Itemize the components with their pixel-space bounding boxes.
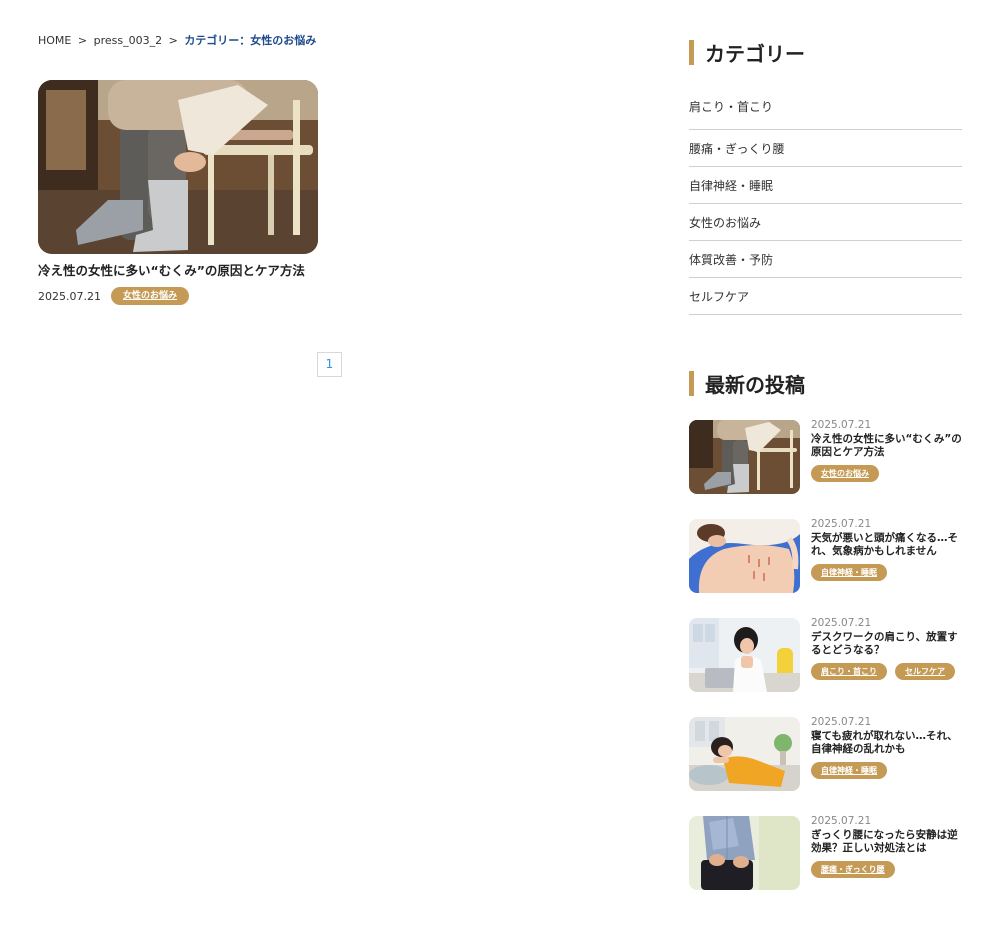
latest-post-tags: 肩こり・首こり セルフケア [811, 663, 962, 680]
latest-post-date: 2025.07.21 [811, 419, 872, 431]
category-item[interactable]: セルフケア [689, 278, 962, 315]
breadcrumb-separator: > [168, 34, 178, 47]
latest-post-thumbnail[interactable] [689, 816, 800, 890]
category-item[interactable]: 肩こり・首こり [689, 98, 962, 130]
latest-post-item: 2025.07.21 ぎっくり腰になったら安静は逆効果？正しい対処法とは 腰痛・… [689, 815, 962, 915]
latest-post-title[interactable]: 天気が悪いと頭が痛くなる…それ、気象病かもしれません [811, 532, 962, 558]
latest-post-tag[interactable]: 自律神経・睡眠 [811, 762, 887, 779]
title-accent-bar [689, 371, 694, 396]
latest-post-body: 2025.07.21 冷え性の女性に多い“むくみ”の原因とケア方法 女性のお悩み [811, 419, 962, 519]
latest-post-tag[interactable]: 女性のお悩み [811, 465, 879, 482]
acupuncture-back-photo-icon [689, 519, 800, 593]
back-pain-man-photo-icon [689, 816, 800, 890]
tired-woman-sofa-photo-icon [689, 717, 800, 791]
categories-widget-title: カテゴリー [689, 40, 962, 66]
latest-post-tags: 女性のお悩み [811, 465, 962, 482]
latest-post-title[interactable]: 寝ても疲れが取れない…それ、自律神経の乱れかも [811, 730, 962, 756]
post-card-tag[interactable]: 女性のお悩み [110, 287, 189, 305]
latest-post-tags: 自律神経・睡眠 [811, 564, 962, 581]
latest-post-thumbnail[interactable] [689, 717, 800, 791]
latest-post-date: 2025.07.21 [811, 617, 872, 629]
latest-post-item: 2025.07.21 寝ても疲れが取れない…それ、自律神経の乱れかも 自律神経・… [689, 716, 962, 816]
latest-post-body: 2025.07.21 ぎっくり腰になったら安静は逆効果？正しい対処法とは 腰痛・… [811, 815, 962, 915]
latest-post-body: 2025.07.21 天気が悪いと頭が痛くなる…それ、気象病かもしれません 自律… [811, 518, 962, 618]
latest-post-tags: 腰痛・ぎっくり腰 [811, 861, 962, 878]
latest-post-tag[interactable]: 腰痛・ぎっくり腰 [811, 861, 895, 878]
latest-post-date: 2025.07.21 [811, 518, 872, 530]
post-card-date: 2025.07.21 [38, 289, 101, 303]
latest-post-title[interactable]: ぎっくり腰になったら安静は逆効果？正しい対処法とは [811, 829, 962, 855]
latest-post-tags: 自律神経・睡眠 [811, 762, 962, 779]
category-item[interactable]: 体質改善・予防 [689, 241, 962, 278]
latest-post-item: 2025.07.21 冷え性の女性に多い“むくみ”の原因とケア方法 女性のお悩み [689, 419, 962, 519]
latest-post-title[interactable]: 冷え性の女性に多い“むくみ”の原因とケア方法 [811, 433, 962, 459]
breadcrumb-separator: > [77, 34, 88, 47]
category-item[interactable]: 自律神経・睡眠 [689, 167, 962, 204]
latest-post-body: 2025.07.21 寝ても疲れが取れない…それ、自律神経の乱れかも 自律神経・… [811, 716, 962, 816]
woman-socks-chair-photo-icon [689, 420, 800, 494]
latest-posts-widget-title: 最新の投稿 [689, 371, 962, 397]
latest-post-tag[interactable]: 自律神経・睡眠 [811, 564, 887, 581]
categories-title-text: カテゴリー [705, 42, 805, 66]
latest-post-item: 2025.07.21 デスクワークの肩こり、放置するとどうなる？ 肩こり・首こり… [689, 617, 962, 717]
page-number-current[interactable]: 1 [317, 352, 342, 377]
breadcrumb-press[interactable]: press_003_2 [94, 34, 163, 47]
latest-post-item: 2025.07.21 天気が悪いと頭が痛くなる…それ、気象病かもしれません 自律… [689, 518, 962, 618]
category-item[interactable]: 女性のお悩み [689, 204, 962, 241]
latest-post-title[interactable]: デスクワークの肩こり、放置するとどうなる？ [811, 631, 962, 657]
category-item[interactable]: 腰痛・ぎっくり腰 [689, 130, 962, 167]
desk-work-woman-photo-icon [689, 618, 800, 692]
latest-post-list: 2025.07.21 冷え性の女性に多い“むくみ”の原因とケア方法 女性のお悩み [689, 419, 962, 915]
breadcrumb: HOME > press_003_2 > カテゴリー：女性のお悩み [38, 32, 316, 48]
latest-post-tag[interactable]: セルフケア [895, 663, 955, 680]
title-accent-bar [689, 40, 694, 65]
breadcrumb-current: カテゴリー：女性のお悩み [184, 34, 317, 47]
latest-post-date: 2025.07.21 [811, 815, 872, 827]
latest-post-body: 2025.07.21 デスクワークの肩こり、放置するとどうなる？ 肩こり・首こり… [811, 617, 962, 717]
latest-post-thumbnail[interactable] [689, 519, 800, 593]
pagination: 1 [317, 352, 342, 377]
latest-post-thumbnail[interactable] [689, 420, 800, 494]
woman-socks-chair-photo-icon [38, 80, 318, 254]
post-card-meta: 2025.07.21 女性のお悩み [38, 287, 318, 305]
post-card: 冷え性の女性に多い“むくみ”の原因とケア方法 2025.07.21 女性のお悩み [38, 80, 318, 305]
post-card-thumbnail[interactable] [38, 80, 318, 254]
latest-post-date: 2025.07.21 [811, 716, 872, 728]
sidebar: カテゴリー 肩こり・首こり 腰痛・ぎっくり腰 自律神経・睡眠 女性のお悩み 体質… [689, 40, 962, 915]
latest-post-thumbnail[interactable] [689, 618, 800, 692]
breadcrumb-home[interactable]: HOME [38, 34, 71, 47]
latest-title-text: 最新の投稿 [705, 373, 805, 397]
category-list: 肩こり・首こり 腰痛・ぎっくり腰 自律神経・睡眠 女性のお悩み 体質改善・予防 … [689, 98, 962, 315]
latest-post-tag[interactable]: 肩こり・首こり [811, 663, 887, 680]
post-card-title[interactable]: 冷え性の女性に多い“むくみ”の原因とケア方法 [38, 263, 318, 279]
